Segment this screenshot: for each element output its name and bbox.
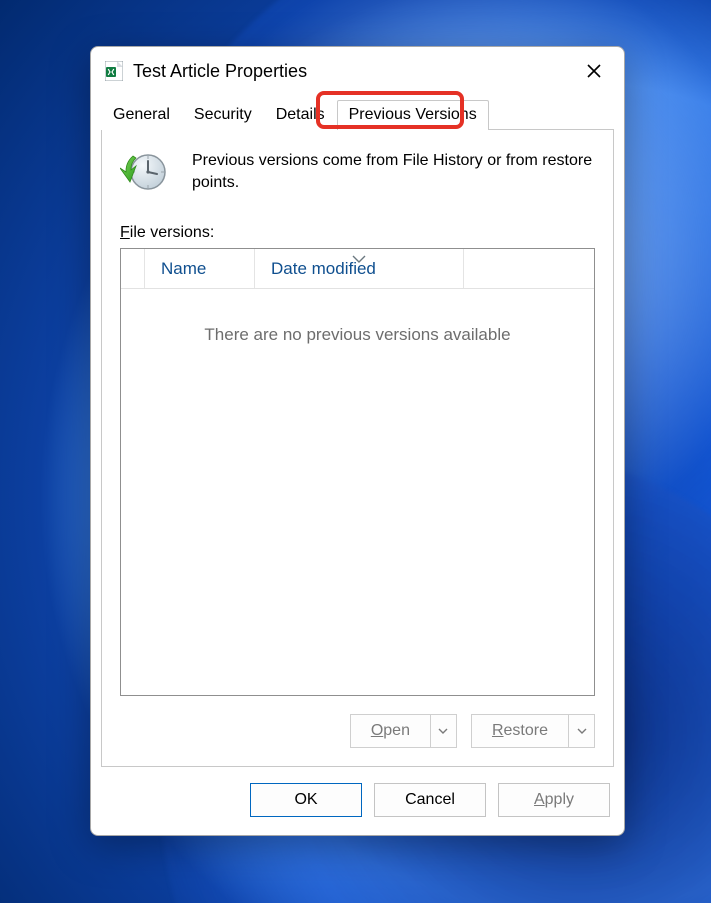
- restore-dropdown[interactable]: [568, 715, 594, 747]
- dialog-footer: OK Cancel Apply: [91, 767, 624, 835]
- tab-strip: General Security Details Previous Versio…: [91, 95, 624, 130]
- chevron-down-icon: [438, 728, 448, 734]
- list-header: Name Date modified: [121, 249, 594, 289]
- open-button[interactable]: Open: [351, 715, 430, 747]
- apply-button[interactable]: Apply: [498, 783, 610, 817]
- cancel-button[interactable]: Cancel: [374, 783, 486, 817]
- sort-indicator-icon: [352, 248, 366, 268]
- column-extra[interactable]: [464, 249, 594, 288]
- desktop-background: Test Article Properties General Security…: [0, 0, 711, 903]
- open-split-button[interactable]: Open: [350, 714, 457, 748]
- tab-panel-previous-versions: Previous versions come from File History…: [101, 130, 614, 767]
- close-icon: [586, 63, 602, 79]
- list-empty-message: There are no previous versions available: [121, 289, 594, 345]
- column-name[interactable]: Name: [145, 249, 255, 288]
- column-date-modified[interactable]: Date modified: [255, 249, 464, 288]
- ok-button[interactable]: OK: [250, 783, 362, 817]
- restore-split-button[interactable]: Restore: [471, 714, 595, 748]
- close-button[interactable]: [572, 53, 616, 89]
- tab-security[interactable]: Security: [182, 100, 264, 130]
- tab-previous-versions[interactable]: Previous Versions: [337, 100, 489, 130]
- info-row: Previous versions come from File History…: [120, 148, 595, 196]
- window-title: Test Article Properties: [133, 61, 572, 82]
- restore-button[interactable]: Restore: [472, 715, 568, 747]
- file-versions-label: File versions:: [120, 224, 595, 242]
- history-icon: [120, 148, 168, 196]
- version-actions: Open Restore: [120, 714, 595, 748]
- tab-general[interactable]: General: [101, 100, 182, 130]
- tab-details[interactable]: Details: [264, 100, 337, 130]
- properties-dialog: Test Article Properties General Security…: [90, 46, 625, 836]
- file-versions-list[interactable]: Name Date modified There are no previous…: [120, 248, 595, 696]
- titlebar: Test Article Properties: [91, 47, 624, 95]
- open-dropdown[interactable]: [430, 715, 456, 747]
- column-spacer[interactable]: [121, 249, 145, 288]
- info-text: Previous versions come from File History…: [192, 148, 595, 196]
- chevron-down-icon: [577, 728, 587, 734]
- excel-file-icon: [105, 61, 123, 81]
